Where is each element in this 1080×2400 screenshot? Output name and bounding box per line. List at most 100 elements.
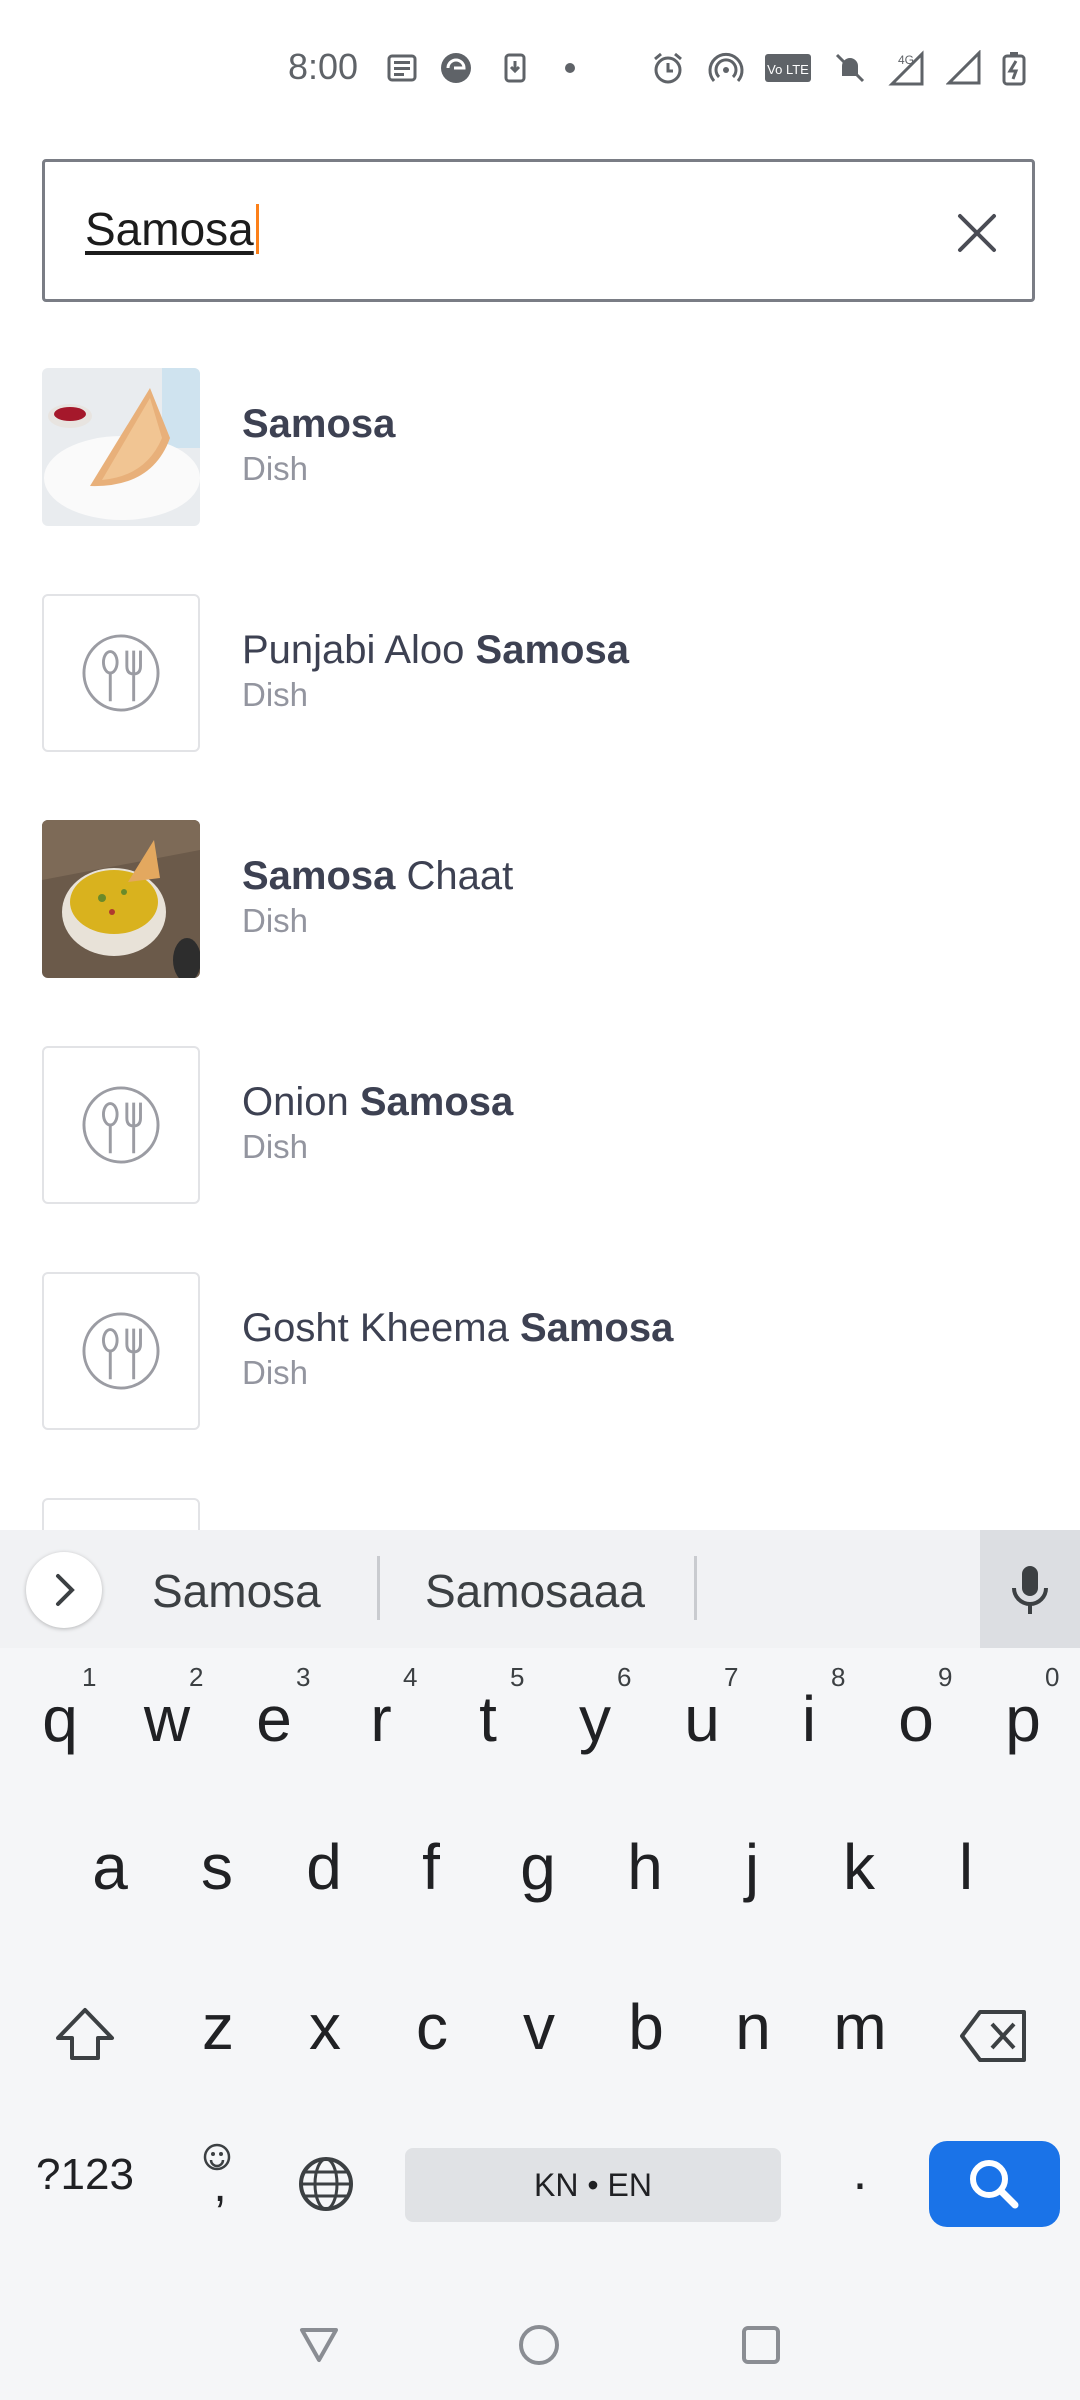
key-z[interactable]: z	[168, 1990, 268, 2064]
dot-icon	[565, 63, 575, 73]
shift-icon[interactable]	[50, 2000, 120, 2070]
close-icon[interactable]	[952, 208, 1002, 258]
result-item[interactable]	[0, 1490, 1080, 1530]
microphone-icon	[1012, 1566, 1048, 1614]
search-icon	[970, 2160, 1019, 2209]
expand-suggestions-button[interactable]	[26, 1552, 102, 1628]
status-time: 8:00	[288, 46, 359, 87]
key-n[interactable]: n	[703, 1990, 803, 2064]
fork-spoon-plate-icon	[82, 634, 160, 712]
suggestion-divider	[694, 1556, 697, 1620]
key-hint-2: 2	[189, 1662, 204, 1692]
battery-charging-icon	[1002, 52, 1026, 86]
key-r[interactable]: r	[331, 1682, 431, 1756]
key-c[interactable]: c	[382, 1990, 482, 2064]
key-hint-6: 6	[617, 1662, 632, 1692]
key-hint-8: 8	[831, 1662, 846, 1692]
key-hint-9: 9	[938, 1662, 953, 1692]
search-input-value: Samosa	[85, 202, 259, 256]
key-s[interactable]: s	[167, 1830, 267, 1904]
notifications-off-icon	[835, 53, 865, 83]
backspace-icon[interactable]	[958, 2006, 1030, 2066]
result-thumbnail-placeholder	[42, 594, 200, 752]
svg-text:Vo LTE: Vo LTE	[767, 62, 809, 77]
key-q[interactable]: q	[10, 1682, 110, 1756]
key-b[interactable]: b	[596, 1990, 696, 2064]
result-item[interactable]: Onion Samosa Dish	[0, 1038, 1080, 1264]
signal-4g-icon: 4G	[888, 50, 924, 86]
system-nav-bar	[0, 2290, 1080, 2400]
key-f[interactable]: f	[381, 1830, 481, 1904]
suggestion-strip: Samosa Samosaaa	[0, 1530, 1080, 1648]
result-item[interactable]: Samosa Chaat Dish	[0, 812, 1080, 1038]
key-a[interactable]: a	[60, 1830, 160, 1904]
home-nav-icon[interactable]	[514, 2320, 564, 2370]
fork-spoon-plate-icon	[82, 1312, 160, 1390]
result-item[interactable]: Samosa Dish	[0, 360, 1080, 586]
text-cursor	[255, 204, 259, 254]
key-hint-3: 3	[296, 1662, 311, 1692]
result-title: Punjabi Aloo Samosa	[242, 628, 629, 672]
result-type: Dish	[242, 1354, 309, 1391]
key-o[interactable]: o	[866, 1682, 966, 1756]
key-k[interactable]: k	[809, 1830, 909, 1904]
globe-icon[interactable]	[296, 2154, 356, 2214]
result-thumbnail-photo	[42, 368, 200, 526]
key-e[interactable]: e	[224, 1682, 324, 1756]
download-icon	[504, 53, 526, 83]
result-item[interactable]: Punjabi Aloo Samosa Dish	[0, 586, 1080, 812]
result-thumbnail-placeholder	[42, 1498, 200, 1530]
key-j[interactable]: j	[702, 1830, 802, 1904]
samosa-photo-icon	[42, 368, 200, 526]
search-query-text: Samosa	[85, 203, 254, 255]
key-hint-7: 7	[724, 1662, 739, 1692]
key-x[interactable]: x	[275, 1990, 375, 2064]
news-notification-icon	[387, 54, 417, 82]
key-d[interactable]: d	[274, 1830, 374, 1904]
suggestion-2[interactable]: Samosaaa	[425, 1564, 645, 1618]
key-p[interactable]: p	[973, 1682, 1073, 1756]
status-bar: 8:00 Vo LTE 4G	[0, 0, 1080, 140]
key-hint-1: 1	[82, 1662, 97, 1692]
key-h[interactable]: h	[595, 1830, 695, 1904]
key-m[interactable]: m	[810, 1990, 910, 2064]
result-type: Dish	[242, 902, 309, 939]
key-hint-0: 0	[1045, 1662, 1060, 1692]
suggestion-1[interactable]: Samosa	[152, 1564, 321, 1618]
space-key[interactable]: KN • EN	[405, 2148, 781, 2222]
result-thumbnail-photo	[42, 820, 200, 978]
symbols-key[interactable]: ?123	[20, 2150, 150, 2200]
key-hint-4: 4	[403, 1662, 418, 1692]
key-t[interactable]: t	[438, 1682, 538, 1756]
result-title: Samosa	[242, 402, 396, 446]
svg-text:4G: 4G	[898, 53, 914, 67]
key-w[interactable]: w	[117, 1682, 217, 1756]
chevron-right-icon	[56, 1574, 75, 1606]
voice-input-button[interactable]	[980, 1530, 1080, 1648]
edge-browser-icon	[441, 53, 471, 83]
volte-icon: Vo LTE	[765, 54, 811, 82]
key-g[interactable]: g	[488, 1830, 588, 1904]
key-i[interactable]: i	[759, 1682, 859, 1756]
result-type: Dish	[242, 676, 309, 713]
hotspot-icon	[708, 52, 744, 82]
key-u[interactable]: u	[652, 1682, 752, 1756]
key-hint-5: 5	[510, 1662, 525, 1692]
key-v[interactable]: v	[489, 1990, 589, 2064]
result-type: Dish	[242, 450, 309, 487]
result-title: Onion Samosa	[242, 1080, 514, 1124]
key-y[interactable]: y	[545, 1682, 645, 1756]
fork-spoon-plate-icon	[82, 1086, 160, 1164]
result-title: Samosa Chaat	[242, 854, 514, 898]
recents-nav-icon[interactable]	[736, 2320, 786, 2370]
search-results-list: Samosa Dish Punjabi Aloo Samosa Dish Sam…	[0, 360, 1080, 1530]
search-input[interactable]: Samosa	[42, 159, 1035, 302]
key-l[interactable]: l	[916, 1830, 1016, 1904]
back-nav-icon[interactable]	[294, 2320, 344, 2370]
period-key[interactable]: .	[810, 2142, 910, 2202]
result-item[interactable]: Gosht Kheema Samosa Dish	[0, 1264, 1080, 1490]
samosa-chaat-photo-icon	[42, 820, 200, 978]
alarm-icon	[654, 52, 682, 84]
search-action-key[interactable]	[929, 2141, 1060, 2227]
comma-key[interactable]: ,	[170, 2158, 270, 2213]
